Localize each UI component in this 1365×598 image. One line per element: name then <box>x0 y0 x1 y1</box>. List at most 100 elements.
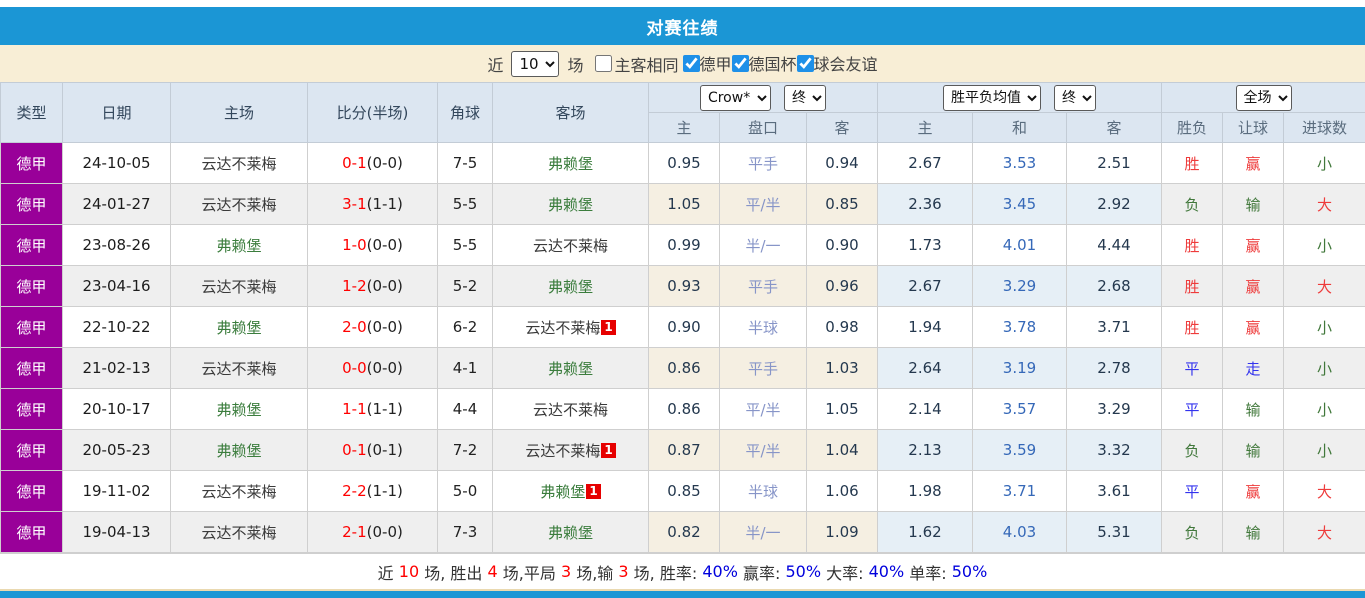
cell-odds-away: 1.06 <box>806 470 878 512</box>
cell-goals-result: 小 <box>1282 388 1365 430</box>
cell-result: 胜 <box>1161 306 1223 348</box>
cell-goals-result: 小 <box>1282 224 1365 266</box>
full-time-score: 0-1 <box>342 441 367 459</box>
cell-handicap-result: 输 <box>1222 511 1284 553</box>
cell-odds-home: 0.86 <box>648 388 720 430</box>
cell-score: 2-0(0-0) <box>307 306 438 348</box>
cell-corners: 5-2 <box>437 265 493 307</box>
handicap-result-value: 输 <box>1245 523 1261 542</box>
cell-avg-draw: 3.59 <box>972 429 1067 471</box>
goals-result-value: 大 <box>1317 523 1333 542</box>
avg-home-value: 2.67 <box>908 277 942 295</box>
full-time-score: 1-0 <box>342 236 367 254</box>
cell-score: 0-1(0-1) <box>307 429 438 471</box>
same-venue-checkbox[interactable] <box>595 55 613 72</box>
corner-count: 5-5 <box>452 195 478 213</box>
odds-home-value: 0.86 <box>667 400 701 418</box>
cell-handicap-result: 赢 <box>1222 470 1284 512</box>
col-header-goals: 进球数 <box>1282 112 1365 143</box>
handicap-value: 平/半 <box>745 400 781 419</box>
cell-result: 负 <box>1161 511 1223 553</box>
cell-avg-home: 2.64 <box>877 347 973 389</box>
match-count-select[interactable]: 10 <box>511 50 560 77</box>
cell-score: 0-0(0-0) <box>307 347 438 389</box>
cell-result: 平 <box>1161 470 1223 512</box>
cell-odds-handicap: 半/一 <box>719 511 807 553</box>
cell-corners: 5-5 <box>437 224 493 266</box>
goals-result-value: 小 <box>1317 318 1333 337</box>
league-checkbox[interactable] <box>796 54 814 72</box>
avg-draw-value: 3.59 <box>1002 441 1037 459</box>
cell-league: 德甲 <box>0 183 63 225</box>
league-name: 德甲 <box>16 195 47 214</box>
cell-odds-handicap: 平/半 <box>719 183 807 225</box>
league-checkbox[interactable] <box>731 54 749 72</box>
away-team-name: 云达不莱梅 <box>532 236 608 255</box>
handicap-result-value: 输 <box>1245 441 1261 460</box>
home-team-name: 云达不莱梅 <box>201 523 277 542</box>
filter-bar: 近 10 场 主客相同 德甲 德国杯 球会友谊 <box>0 45 1365 82</box>
cell-home-team: 云达不莱梅 <box>170 470 308 512</box>
cell-goals-result: 小 <box>1282 347 1365 389</box>
odds-company-select[interactable]: Crow* <box>699 84 771 111</box>
cell-odds-handicap: 半球 <box>719 306 807 348</box>
cell-avg-draw: 3.53 <box>972 142 1067 184</box>
avg-type-select[interactable]: 胜平负均值 <box>942 84 1041 111</box>
league-checkbox[interactable] <box>682 54 700 72</box>
cell-odds-away: 1.05 <box>806 388 878 430</box>
away-team-name: 弗赖堡 <box>547 523 593 542</box>
red-card-badge: 1 <box>601 319 616 335</box>
cell-odds-away: 0.96 <box>806 265 878 307</box>
cell-avg-home: 2.67 <box>877 142 973 184</box>
cell-odds-handicap: 平手 <box>719 142 807 184</box>
corner-count: 7-2 <box>452 441 478 459</box>
cell-avg-draw: 3.45 <box>972 183 1067 225</box>
odds-stage-select[interactable]: 终 <box>784 84 827 111</box>
league-filter: 德甲 <box>682 51 732 75</box>
handicap-result-value: 赢 <box>1245 318 1261 337</box>
summary-segment: 40% <box>868 562 905 581</box>
avg-draw-value: 3.19 <box>1002 359 1037 377</box>
cell-avg-home: 2.36 <box>877 183 973 225</box>
cell-result: 负 <box>1161 183 1223 225</box>
avg-stage-select[interactable]: 终 <box>1054 84 1097 111</box>
handicap-value: 半/一 <box>745 236 781 255</box>
cell-avg-draw: 4.01 <box>972 224 1067 266</box>
cell-score: 2-2(1-1) <box>307 470 438 512</box>
scope-select[interactable]: 全场 <box>1235 84 1292 111</box>
avg-away-value: 3.29 <box>1097 400 1131 418</box>
league-name: 德甲 <box>16 441 47 460</box>
match-date: 24-01-27 <box>82 195 151 213</box>
cell-odds-handicap: 半球 <box>719 470 807 512</box>
result-value: 胜 <box>1184 236 1200 255</box>
match-row: 德甲 22-10-22 弗赖堡 2-0(0-0) 6-2 云达不莱梅 1 0.90 半球 0.98… <box>0 306 1365 348</box>
cell-odds-away: 0.98 <box>806 306 878 348</box>
cell-date: 22-10-22 <box>62 306 171 348</box>
avg-away-value: 2.92 <box>1097 195 1131 213</box>
cell-date: 21-02-13 <box>62 347 171 389</box>
cell-home-team: 云达不莱梅 <box>170 511 308 553</box>
cell-date: 23-08-26 <box>62 224 171 266</box>
cell-league: 德甲 <box>0 306 63 348</box>
league-name: 德甲 <box>16 523 47 542</box>
match-date: 20-10-17 <box>82 400 151 418</box>
cell-result: 胜 <box>1161 224 1223 266</box>
full-time-score: 3-1 <box>342 195 367 213</box>
avg-away-value: 5.31 <box>1097 523 1131 541</box>
cell-odds-away: 1.09 <box>806 511 878 553</box>
col-header-away: 客场 <box>492 82 649 143</box>
avg-away-value: 2.68 <box>1097 277 1131 295</box>
cell-avg-home: 1.98 <box>877 470 973 512</box>
match-row: 德甲 19-11-02 云达不莱梅 2-2(1-1) 5-0 弗赖堡 1 0.85 半球 1.06… <box>0 470 1365 512</box>
cell-odds-away: 0.90 <box>806 224 878 266</box>
result-value: 平 <box>1184 400 1200 419</box>
match-date: 20-05-23 <box>82 441 151 459</box>
match-date: 24-10-05 <box>82 154 151 172</box>
odds-home-value: 0.87 <box>667 441 701 459</box>
cell-date: 20-05-23 <box>62 429 171 471</box>
match-row: 德甲 23-04-16 云达不莱梅 1-2(0-0) 5-2 弗赖堡 0.93 平手 0.96 2… <box>0 265 1365 307</box>
cell-league: 德甲 <box>0 347 63 389</box>
handicap-result-value: 输 <box>1245 400 1261 419</box>
cell-handicap-result: 赢 <box>1222 142 1284 184</box>
corner-count: 5-2 <box>452 277 478 295</box>
